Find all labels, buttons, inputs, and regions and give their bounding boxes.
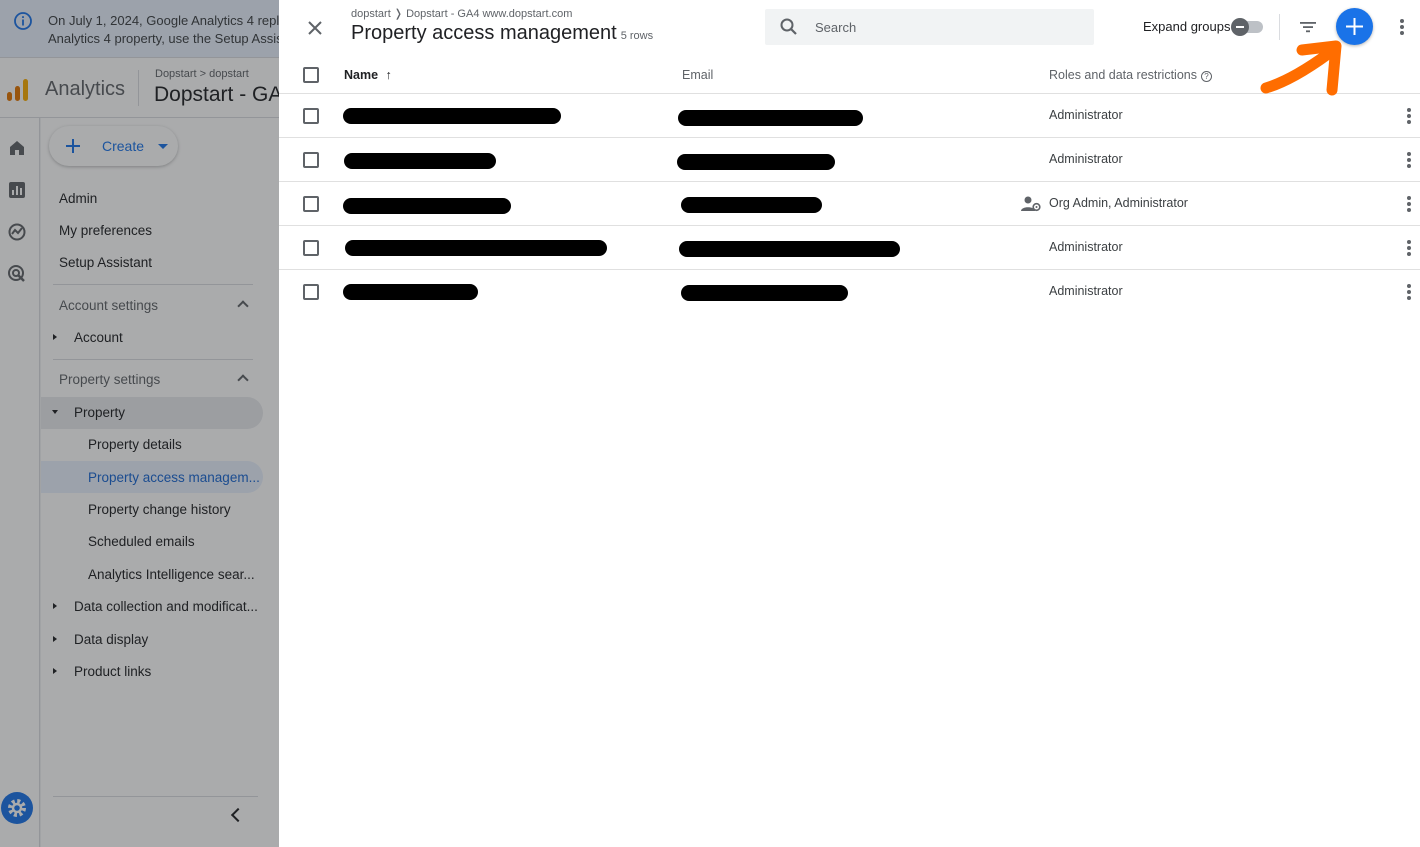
redacted-name bbox=[343, 284, 478, 300]
toolbar-divider bbox=[1279, 14, 1280, 40]
column-roles-label: Roles and data restrictions bbox=[1049, 68, 1197, 82]
table-row[interactable]: Administrator bbox=[279, 225, 1420, 269]
row-role: Org Admin, Administrator bbox=[1049, 196, 1188, 210]
select-all-checkbox[interactable] bbox=[303, 67, 319, 83]
row-role: Administrator bbox=[1049, 240, 1123, 254]
add-icon bbox=[1346, 18, 1363, 35]
column-name-label: Name bbox=[344, 68, 379, 82]
expand-groups-toggle[interactable] bbox=[1231, 18, 1265, 36]
row-role: Administrator bbox=[1049, 108, 1123, 122]
help-icon[interactable]: ? bbox=[1201, 71, 1212, 82]
rows-count: 5 rows bbox=[620, 30, 654, 42]
more-vert-icon[interactable] bbox=[1407, 240, 1411, 256]
toggle-knob bbox=[1231, 18, 1249, 36]
redacted-email bbox=[679, 241, 900, 257]
panel-title: Property access management 5 rows bbox=[351, 22, 653, 45]
table-row[interactable]: Administrator bbox=[279, 269, 1420, 313]
redacted-email bbox=[677, 154, 835, 170]
org-admin-icon bbox=[1021, 196, 1041, 212]
redacted-name bbox=[344, 153, 496, 169]
search-icon bbox=[780, 18, 797, 35]
panel-breadcrumb: dopstart ❭ Dopstart - GA4 www.dopstart.c… bbox=[351, 8, 573, 20]
redacted-email bbox=[681, 197, 822, 213]
row-checkbox[interactable] bbox=[303, 240, 319, 256]
more-vert-icon[interactable] bbox=[1407, 196, 1411, 212]
search-input[interactable]: Search bbox=[815, 20, 856, 35]
row-role: Administrator bbox=[1049, 284, 1123, 298]
property-access-panel: dopstart ❭ Dopstart - GA4 www.dopstart.c… bbox=[279, 0, 1420, 847]
close-icon[interactable] bbox=[305, 18, 325, 38]
annotation-arrow-icon bbox=[1260, 40, 1342, 96]
column-header-roles[interactable]: Roles and data restrictions? bbox=[1049, 68, 1212, 82]
more-vert-icon[interactable] bbox=[1407, 284, 1411, 300]
more-vert-icon[interactable] bbox=[1407, 108, 1411, 124]
expand-groups-label: Expand groups bbox=[1143, 19, 1231, 34]
filter-icon[interactable] bbox=[1298, 17, 1318, 37]
redacted-name bbox=[345, 240, 607, 256]
redacted-name bbox=[343, 108, 561, 124]
row-role: Administrator bbox=[1049, 152, 1123, 166]
row-checkbox[interactable] bbox=[303, 152, 319, 168]
row-checkbox[interactable] bbox=[303, 108, 319, 124]
table-row[interactable]: Administrator bbox=[279, 93, 1420, 137]
redacted-email bbox=[681, 285, 848, 301]
table-row[interactable]: Administrator bbox=[279, 137, 1420, 181]
more-vert-icon[interactable] bbox=[1400, 19, 1404, 35]
redacted-email bbox=[678, 110, 863, 126]
table-row[interactable]: Org Admin, Administrator bbox=[279, 181, 1420, 225]
row-checkbox[interactable] bbox=[303, 196, 319, 212]
row-checkbox[interactable] bbox=[303, 284, 319, 300]
column-header-name[interactable]: Name ↑ bbox=[344, 68, 392, 82]
more-vert-icon[interactable] bbox=[1407, 152, 1411, 168]
column-header-email[interactable]: Email bbox=[682, 68, 713, 82]
redacted-name bbox=[343, 198, 511, 214]
search-box[interactable]: Search bbox=[765, 9, 1094, 45]
sort-arrow-icon: ↑ bbox=[385, 68, 392, 82]
panel-title-text: Property access management bbox=[351, 22, 617, 44]
